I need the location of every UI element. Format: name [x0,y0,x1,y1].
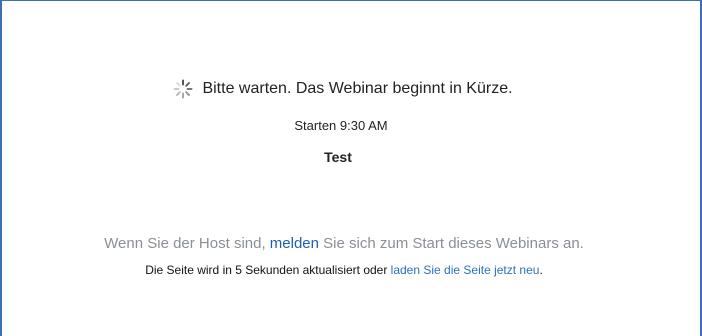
host-login-notice: Wenn Sie der Host sind, melden Sie sich … [2,235,702,252]
host-text-after: Sie sich zum Start dieses Webinars an. [319,235,584,252]
reload-page-link[interactable]: laden Sie die Seite jetzt neu [391,263,540,277]
refresh-notice: Die Seite wird in 5 Sekunden aktualisier… [2,263,702,277]
host-text-before: Wenn Sie der Host sind, [104,235,270,252]
refresh-notice-inner: Die Seite wird in 5 Sekunden aktualisier… [145,263,543,277]
host-login-link[interactable]: melden [270,235,319,252]
start-time-label: Starten 9:30 AM [294,118,388,133]
loading-spinner-icon [173,79,193,99]
webinar-waiting-page: Bitte warten. Das Webinar beginnt in Kür… [0,0,702,336]
waiting-status-inner: Bitte warten. Das Webinar beginnt in Kür… [173,79,513,99]
webinar-title-text: Test [324,149,352,165]
host-login-notice-inner: Wenn Sie der Host sind, melden Sie sich … [104,235,584,252]
waiting-message: Bitte warten. Das Webinar beginnt in Kür… [202,80,513,97]
start-time: Starten 9:30 AM [2,118,702,133]
webinar-title: Test [2,149,702,165]
refresh-text-before: Die Seite wird in 5 Sekunden aktualisier… [145,263,391,277]
waiting-status: Bitte warten. Das Webinar beginnt in Kür… [2,79,702,104]
refresh-text-after: . [539,263,543,277]
